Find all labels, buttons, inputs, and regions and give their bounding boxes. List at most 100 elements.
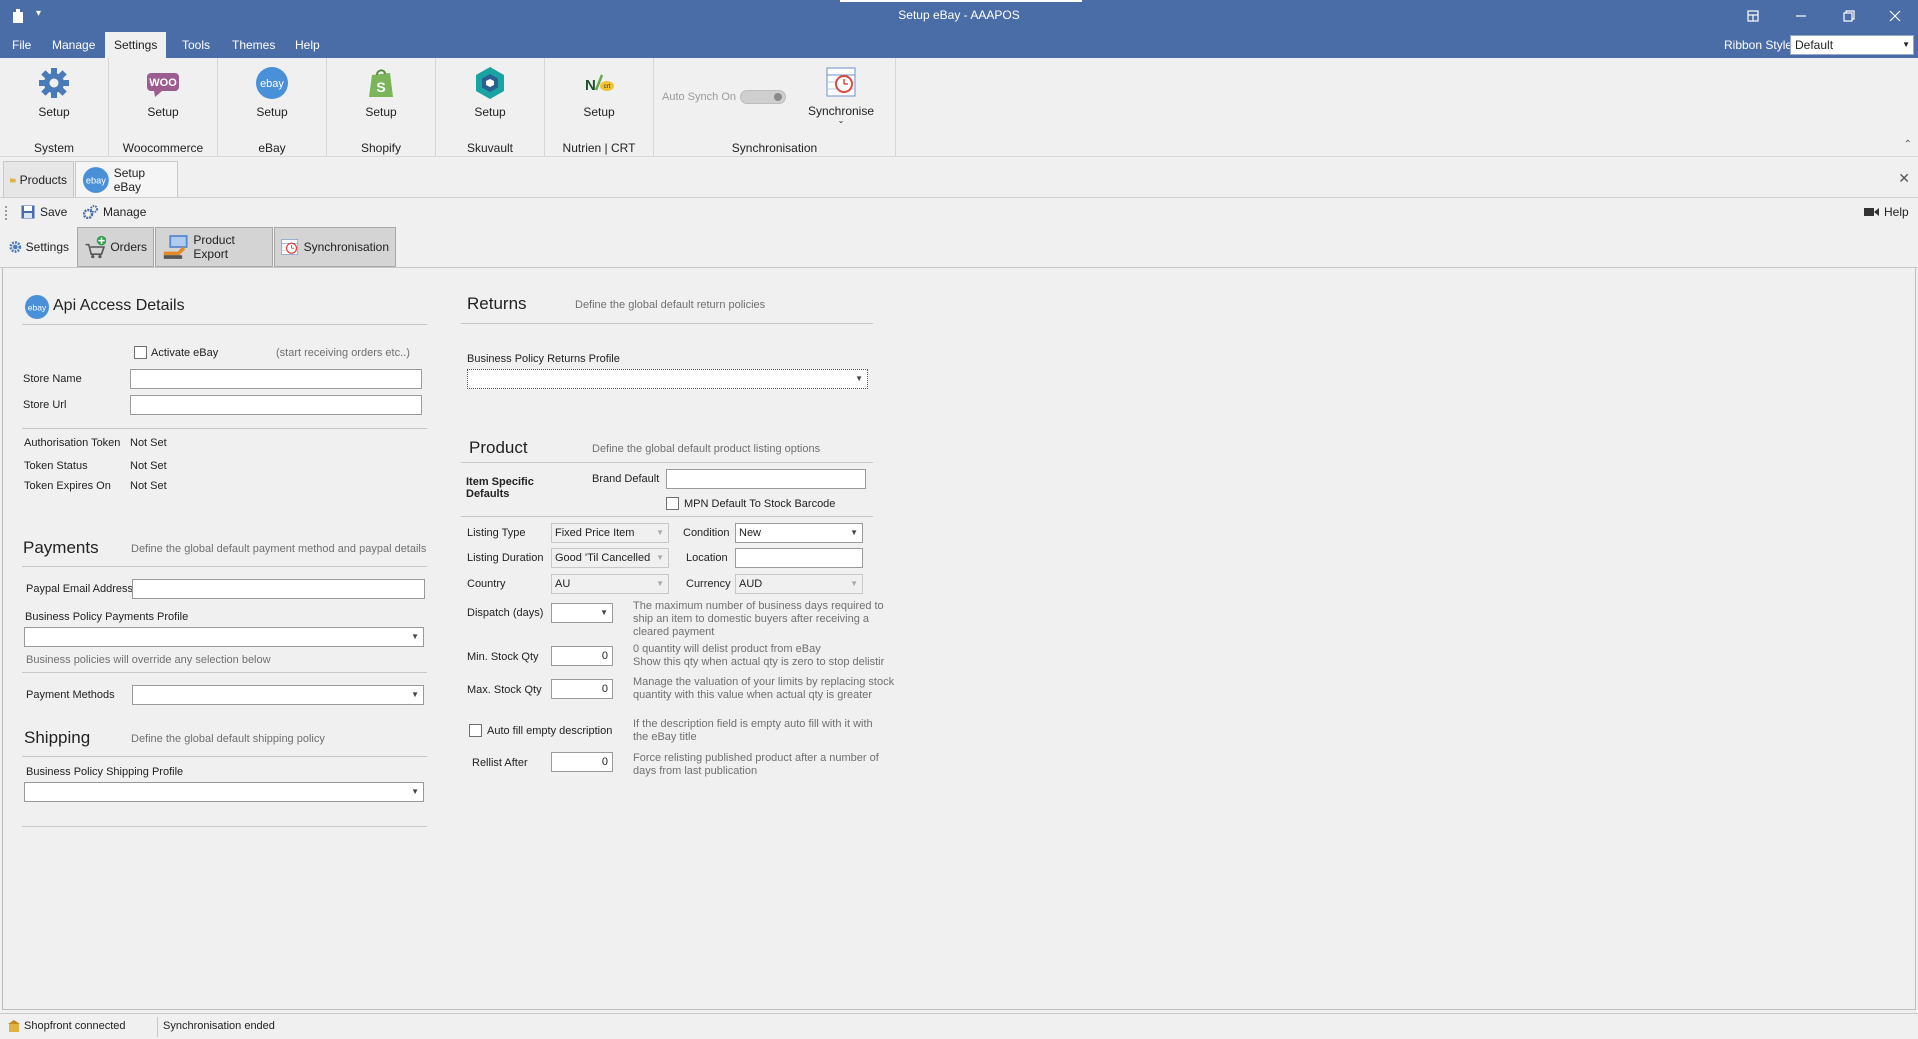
divider [22, 566, 427, 567]
doc-tab-setup-ebay[interactable]: ebay Setup eBay [75, 161, 178, 197]
menu-manage[interactable]: Manage [43, 32, 104, 58]
auto-fill-hint-line1: If the description field is empty auto f… [633, 718, 873, 730]
item-specific-defaults-label: Item Specific Defaults [466, 476, 534, 500]
chevron-down-icon: ▼ [411, 787, 419, 796]
shipping-title: Shipping [24, 728, 91, 747]
svg-text:ebay: ebay [28, 303, 47, 313]
ebay-icon: ebay [25, 295, 49, 319]
system-setup-button[interactable]: Setup [0, 66, 108, 119]
svg-text:ebay: ebay [86, 175, 106, 185]
status-separator [157, 1017, 158, 1037]
store-url-label: Store Url [23, 399, 67, 411]
menu-bar: File Manage Settings Tools Themes Help R… [0, 32, 1918, 58]
location-input[interactable] [735, 548, 863, 568]
restore-button[interactable] [1826, 0, 1872, 32]
close-icon[interactable]: ✕ [1898, 170, 1910, 187]
sync-clock-icon [826, 67, 856, 97]
dispatch-days-label: Dispatch (days) [467, 607, 544, 619]
tab-product-export[interactable]: Product Export [155, 227, 273, 267]
min-stock-hint-line2: Show this qty when actual qty is zero to… [633, 656, 885, 668]
woocommerce-setup-label: Setup [147, 105, 179, 119]
group-name-nutrien: Nutrien | CRT [562, 141, 636, 155]
title-bar: ▾ Setup eBay - AAAPOS [0, 0, 1918, 32]
auto-fill-label: Auto fill empty description [487, 725, 613, 737]
shopify-icon: S [369, 69, 393, 97]
chevron-down-icon: ▼ [656, 579, 664, 588]
store-url-input[interactable] [130, 395, 422, 415]
mpn-default-checkbox[interactable] [666, 497, 679, 510]
payment-methods-label: Payment Methods [26, 689, 115, 701]
token-expires-value: Not Set [130, 480, 167, 492]
payments-title: Payments [23, 538, 99, 557]
system-setup-label: Setup [38, 105, 70, 119]
skuvault-icon [476, 67, 504, 99]
tab-orders[interactable]: Orders [77, 227, 154, 267]
auto-fill-checkbox[interactable] [469, 724, 482, 737]
group-name-synchronisation: Synchronisation [731, 141, 818, 155]
shipping-policy-select[interactable]: ▼ [24, 782, 424, 802]
max-stock-hint-line2: quantity with this value when actual qty… [633, 689, 873, 701]
divider [461, 516, 873, 517]
toolbar: Save Manage Help [0, 200, 1918, 226]
manage-button[interactable]: Manage [83, 205, 146, 219]
paypal-email-input[interactable] [132, 579, 425, 599]
payments-policy-label: Business Policy Payments Profile [25, 611, 189, 623]
menu-help[interactable]: Help [286, 32, 329, 58]
ebay-setup-button[interactable]: ebay Setup [218, 66, 326, 119]
tab-synchronisation[interactable]: Synchronisation [274, 227, 396, 267]
video-camera-icon [1864, 208, 1879, 216]
synchronise-button[interactable]: Synchronise ⌄ [803, 66, 879, 125]
listing-type-value: Fixed Price Item [555, 527, 635, 539]
max-stock-hint: Manage the valuation of your limits by r… [633, 676, 894, 702]
ribbon-style-select[interactable]: Default ▼ [1790, 35, 1914, 55]
payments-policy-select[interactable]: ▼ [24, 627, 424, 647]
shopify-setup-button[interactable]: S Setup [327, 66, 435, 119]
ribbon-collapse-icon[interactable]: ⌃ [1904, 139, 1912, 150]
min-stock-input[interactable]: 0 [551, 646, 613, 666]
minimize-button[interactable] [1778, 0, 1824, 32]
listing-duration-value: Good 'Til Cancelled [555, 552, 651, 564]
relist-after-input[interactable]: 0 [551, 752, 613, 772]
menu-file[interactable]: File [3, 32, 40, 58]
close-button[interactable] [1872, 0, 1918, 32]
chevron-down-icon: ▼ [656, 553, 664, 562]
woocommerce-setup-button[interactable]: WOO Setup [109, 66, 217, 119]
auto-synch-toggle[interactable] [740, 90, 786, 104]
tab-synchronisation-label: Synchronisation [303, 240, 389, 254]
max-stock-label: Max. Stock Qty [467, 684, 542, 696]
relist-after-hint: Force relisting published product after … [633, 752, 879, 778]
store-name-input[interactable] [130, 369, 422, 389]
brand-default-input[interactable] [666, 469, 866, 489]
doc-tab-products[interactable]: Products [3, 161, 74, 197]
returns-policy-select[interactable]: ▼ [467, 369, 868, 389]
max-stock-input[interactable]: 0 [551, 679, 613, 699]
shipping-policy-label: Business Policy Shipping Profile [26, 766, 184, 778]
currency-select[interactable]: AUD ▼ [735, 574, 863, 594]
country-select[interactable]: AU ▼ [551, 574, 669, 594]
listing-duration-select[interactable]: Good 'Til Cancelled ▼ [551, 548, 669, 568]
save-icon [21, 205, 35, 219]
condition-label: Condition [683, 527, 730, 539]
listing-type-select[interactable]: Fixed Price Item ▼ [551, 523, 669, 543]
dispatch-days-select[interactable]: ▼ [551, 603, 613, 623]
layout-icon[interactable] [1730, 0, 1776, 32]
payment-methods-select[interactable]: ▼ [132, 685, 424, 705]
tab-settings[interactable]: Settings [2, 227, 76, 267]
help-button[interactable]: Help [1864, 205, 1909, 219]
activate-ebay-checkbox[interactable] [134, 346, 147, 359]
group-name-skuvault: Skuvault [466, 141, 514, 155]
save-button[interactable]: Save [21, 205, 67, 219]
skuvault-setup-button[interactable]: Setup [436, 66, 544, 119]
svg-text:S: S [376, 79, 385, 95]
condition-select[interactable]: New ▼ [735, 523, 863, 543]
nutrien-setup-button[interactable]: Ncrt Setup [545, 66, 653, 119]
menu-settings[interactable]: Settings [105, 32, 167, 58]
sync-clock-icon [281, 239, 299, 255]
listing-duration-label: Listing Duration [467, 552, 544, 564]
gear-icon [39, 68, 69, 98]
doc-tab-products-label: Products [19, 172, 67, 187]
group-name-shopify: Shopify [360, 141, 402, 155]
menu-tools[interactable]: Tools [173, 32, 219, 58]
status-shopfront-text: Shopfront connected [24, 1020, 126, 1032]
menu-themes[interactable]: Themes [223, 32, 284, 58]
